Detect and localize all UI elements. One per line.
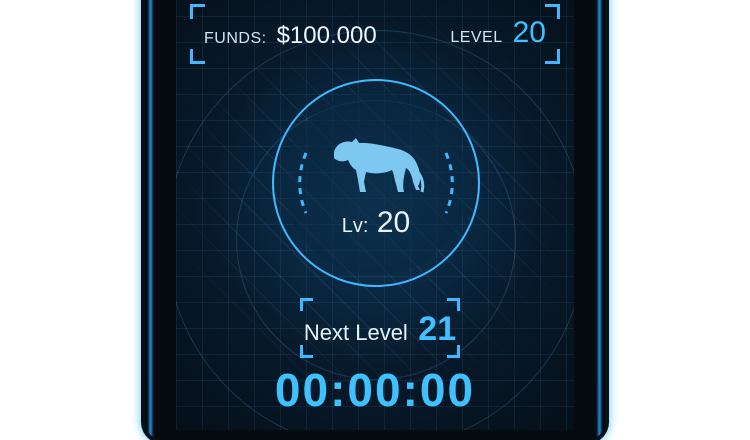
pet-badge[interactable]: Lv: 20 [271,78,481,288]
funds-display: FUNDS: $100.000 [204,22,377,50]
next-level-panel: Next Level 21 [300,298,460,358]
funds-value: $100.000 [276,22,377,49]
funds-label: FUNDS: [204,30,267,47]
pet-level-value: 20 [376,206,411,239]
next-level-value: 21 [418,310,457,348]
pet-level-label: Lv: [341,215,369,237]
device-frame: FUNDS: $100.000 LEVEL 20 Lv: 20 Next Lev… [145,0,605,440]
level-display: LEVEL 20 [450,16,546,50]
next-level-label: Next Level [303,320,408,345]
hud-corner [190,49,205,64]
panther-icon [334,138,425,193]
hud-corner [545,4,560,19]
hud-panel: FUNDS: $100.000 LEVEL 20 [190,4,560,64]
hud-corner [545,49,560,64]
level-value: 20 [512,16,546,49]
hud-corner [190,4,205,19]
countdown-timer: 00:00:00 [274,364,476,416]
pet-level-text: Lv: 20 [271,206,481,240]
next-level-text: Next Level 21 [300,310,460,349]
game-screen: FUNDS: $100.000 LEVEL 20 Lv: 20 Next Lev… [176,0,574,430]
level-label: LEVEL [450,29,503,46]
